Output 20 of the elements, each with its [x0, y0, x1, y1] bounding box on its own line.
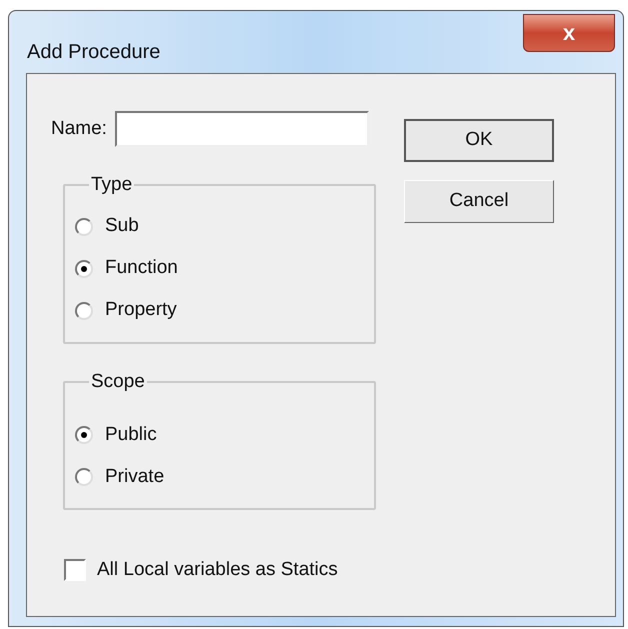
checkbox[interactable]	[64, 559, 86, 582]
radio-label: Public	[105, 422, 157, 447]
group-title: Type	[90, 173, 134, 197]
radio-button[interactable]	[75, 468, 93, 486]
group-title: Scope	[90, 370, 146, 394]
close-button[interactable]: x	[523, 14, 615, 52]
radio-button[interactable]	[75, 260, 93, 278]
radio-label: Sub	[105, 214, 139, 238]
name-field[interactable]	[114, 111, 369, 147]
checkbox-label: All Local variables as Statics	[97, 558, 338, 582]
radio-label: Function	[105, 256, 178, 280]
field-label: Name:	[51, 116, 107, 141]
dialog-button[interactable]: Cancel	[404, 180, 554, 223]
window-title: Add Procedure	[27, 40, 160, 65]
radio-button[interactable]	[75, 218, 93, 236]
radio-label: Private	[105, 464, 164, 489]
radio-label: Property	[105, 298, 177, 322]
radio-button[interactable]	[75, 302, 93, 320]
radio-button[interactable]	[75, 426, 93, 444]
dialog-button[interactable]: OK	[404, 119, 554, 162]
